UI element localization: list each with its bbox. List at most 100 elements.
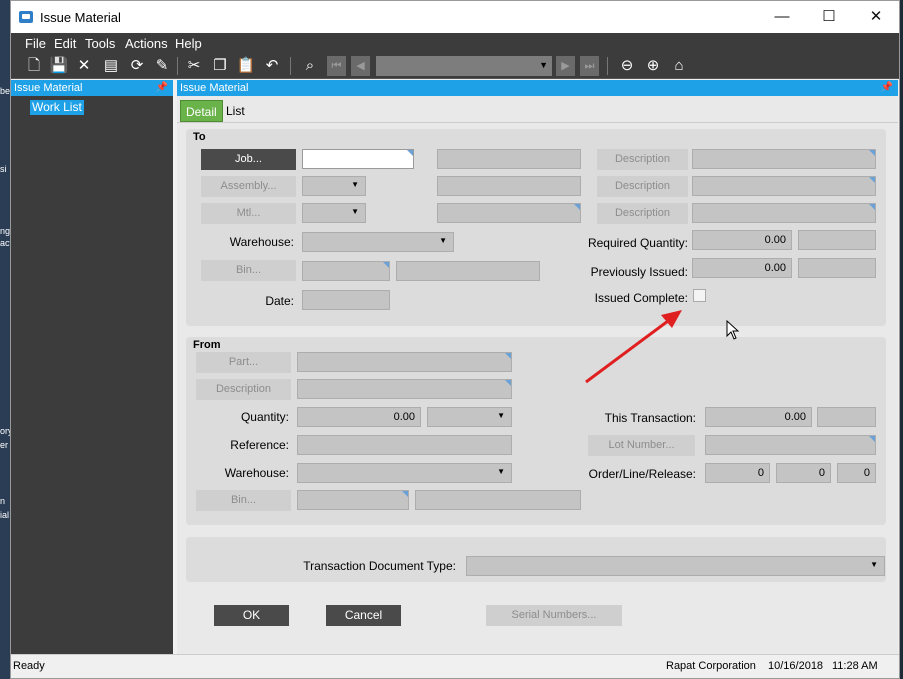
right-pane: Issue Material 📌 Detail List To Job... D…	[177, 80, 898, 654]
from-group: From Part... Description Quantity: 0.00 …	[186, 337, 886, 525]
home-icon[interactable]: ⌂	[669, 56, 689, 76]
order-line-release-label: Order/Line/Release:	[588, 467, 696, 481]
reference-field[interactable]	[297, 435, 512, 455]
title-bar: Issue Material — ☐ ✕	[11, 1, 899, 33]
chevron-down-icon: ▼	[351, 180, 359, 189]
to-bin-field	[302, 261, 390, 281]
first-record-icon[interactable]: ⏮	[327, 56, 346, 76]
quantity-uom-combo[interactable]: ▼	[427, 407, 512, 427]
status-date: 10/16/2018	[768, 660, 824, 672]
job-description-field	[437, 149, 581, 169]
desktop-fragment: n	[0, 496, 6, 506]
lot-number-button[interactable]: Lot Number...	[588, 435, 695, 456]
left-pane: Issue Material 📌 Work List	[11, 80, 173, 654]
to-warehouse-combo[interactable]: ▼	[302, 232, 454, 252]
this-transaction-value: 0.00	[784, 411, 806, 423]
previously-issued-value: 0.00	[764, 262, 786, 274]
maximize-button[interactable]: ☐	[806, 1, 852, 33]
order-field: 0	[705, 463, 770, 483]
back-icon[interactable]: ⊖	[617, 56, 637, 76]
date-field[interactable]	[302, 290, 390, 310]
description-button-1[interactable]: Description	[597, 149, 688, 170]
refresh-icon[interactable]: ⟳	[127, 56, 147, 76]
from-warehouse-combo[interactable]: ▼	[297, 463, 512, 483]
clear-icon[interactable]: ▤	[101, 56, 121, 76]
ok-button[interactable]: OK	[214, 605, 289, 626]
description-button-2[interactable]: Description	[597, 176, 688, 197]
binoculars-icon[interactable]: ⌕	[300, 56, 320, 76]
copy-icon[interactable]: ❐	[210, 56, 230, 76]
previously-issued-label: Previously Issued:	[590, 265, 688, 279]
release-field: 0	[837, 463, 876, 483]
issue-material-window: Issue Material — ☐ ✕ File Edit Tools Act…	[10, 0, 900, 679]
delete-icon[interactable]: ✕	[74, 56, 94, 76]
transaction-document-type-label: Transaction Document Type:	[303, 559, 456, 573]
quantity-field[interactable]: 0.00	[297, 407, 421, 427]
new-icon[interactable]: 🗋	[24, 56, 44, 76]
part-button[interactable]: Part...	[196, 352, 291, 373]
to-bin-button[interactable]: Bin...	[201, 260, 296, 281]
minimize-button[interactable]: —	[759, 1, 805, 33]
last-record-icon[interactable]: ⏭	[580, 56, 599, 76]
close-button[interactable]: ✕	[853, 1, 899, 33]
reference-label: Reference:	[230, 438, 289, 452]
record-navigator-combo[interactable]: ▼	[376, 56, 552, 76]
description-button-3[interactable]: Description	[597, 203, 688, 224]
from-group-title: From	[193, 339, 221, 351]
cancel-button[interactable]: Cancel	[326, 605, 401, 626]
desktop-background: be si ng act ory er n ial	[0, 0, 10, 679]
save-icon[interactable]: 💾	[49, 56, 69, 76]
from-description-button[interactable]: Description	[196, 379, 291, 400]
pin-icon[interactable]: 📌	[881, 80, 893, 96]
right-pane-header: Issue Material 📌	[177, 80, 898, 96]
menu-file[interactable]: File	[25, 36, 46, 51]
assembly-combo[interactable]: ▼	[302, 176, 366, 196]
toolbar-divider	[607, 57, 608, 75]
undo-icon[interactable]: ↶	[262, 56, 282, 76]
paste-icon[interactable]: 📋	[236, 56, 256, 76]
chevron-down-icon: ▼	[439, 236, 447, 245]
cut-icon[interactable]: ✂	[184, 56, 204, 76]
menu-help[interactable]: Help	[175, 36, 202, 51]
mtl-description-field	[437, 203, 581, 223]
assembly-button[interactable]: Assembly...	[201, 176, 296, 197]
from-bin-button[interactable]: Bin...	[196, 490, 291, 511]
required-quantity-value: 0.00	[764, 234, 786, 246]
transaction-document-type-combo[interactable]: ▼	[466, 556, 885, 576]
chevron-down-icon: ▼	[539, 60, 548, 70]
tab-list[interactable]: List	[221, 100, 250, 122]
work-list-item[interactable]: Work List	[30, 100, 84, 115]
toolbar-divider	[290, 57, 291, 75]
serial-numbers-button[interactable]: Serial Numbers...	[486, 605, 622, 626]
status-time: 11:28 AM	[832, 660, 878, 672]
toolbar: 🗋 💾 ✕ ▤ ⟳ ✎ ✂ ❐ 📋 ↶ ⌕ ⏮ ◀ ▼ ▶ ⏭ ⊖ ⊕ ⌂	[11, 53, 899, 79]
previous-record-icon[interactable]: ◀	[351, 56, 370, 76]
menu-edit[interactable]: Edit	[54, 36, 76, 51]
job-input[interactable]	[302, 149, 414, 169]
broom-icon[interactable]: ✎	[152, 56, 172, 76]
status-bar: Ready Rapat Corporation 10/16/2018 11:28…	[11, 654, 899, 678]
lot-number-field	[705, 435, 876, 455]
quantity-label: Quantity:	[240, 410, 289, 424]
from-description-field	[297, 379, 512, 399]
menu-actions[interactable]: Actions	[125, 36, 168, 51]
job-button[interactable]: Job...	[201, 149, 296, 170]
part-field	[297, 352, 512, 372]
menu-tools[interactable]: Tools	[85, 36, 115, 51]
description-field-3	[692, 203, 876, 223]
line-value: 0	[818, 467, 825, 479]
pin-icon[interactable]: 📌	[156, 80, 168, 96]
mtl-combo[interactable]: ▼	[302, 203, 366, 223]
this-transaction-field: 0.00	[705, 407, 812, 427]
required-quantity-label: Required Quantity:	[587, 236, 688, 250]
next-record-icon[interactable]: ▶	[556, 56, 575, 76]
tab-detail[interactable]: Detail	[180, 100, 223, 122]
required-quantity-uom-field	[798, 230, 876, 250]
quantity-value: 0.00	[393, 411, 415, 423]
mouse-cursor-icon	[726, 320, 740, 340]
issued-complete-checkbox[interactable]	[693, 289, 706, 302]
tab-strip: Detail List	[177, 96, 898, 123]
forward-icon[interactable]: ⊕	[643, 56, 663, 76]
mtl-button[interactable]: Mtl...	[201, 203, 296, 224]
toolbar-divider	[177, 57, 178, 75]
